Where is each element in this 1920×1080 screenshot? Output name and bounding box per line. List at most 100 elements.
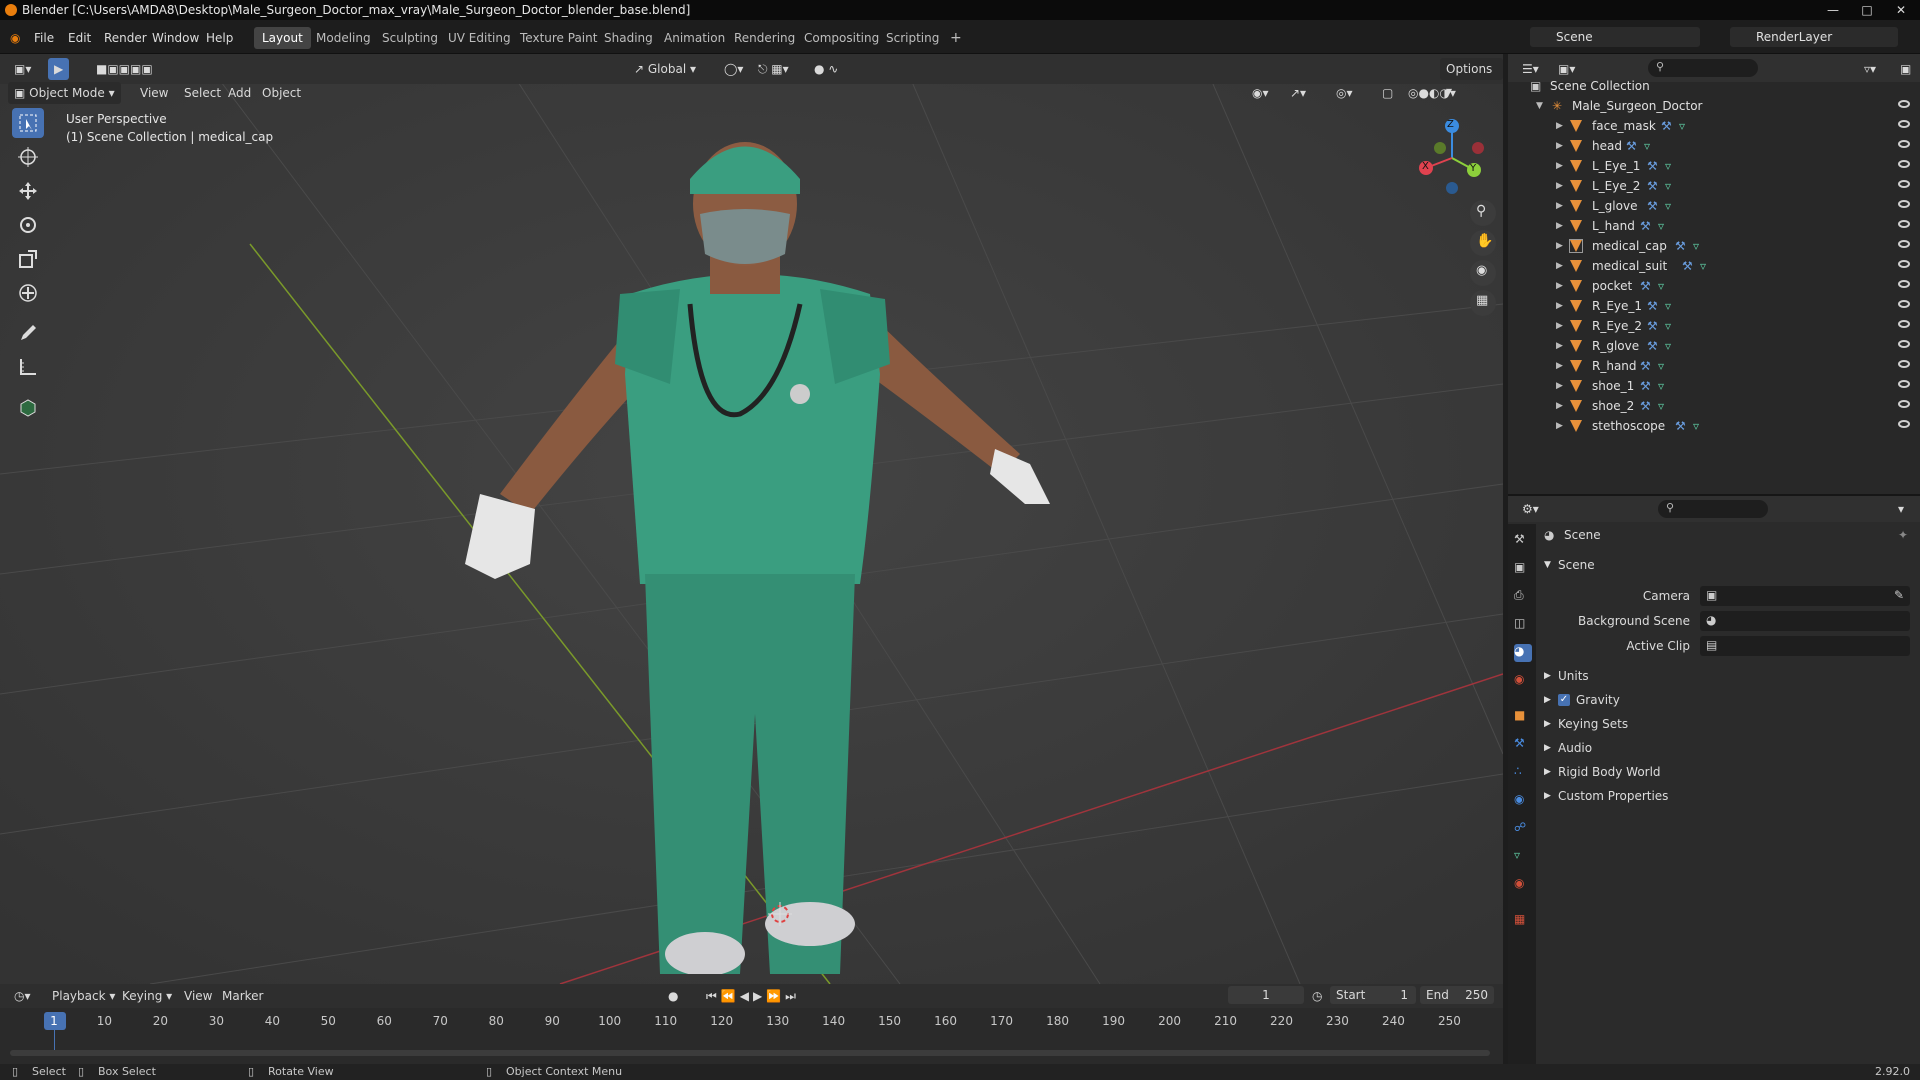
surgeon-model[interactable] — [440, 94, 1060, 974]
properties-options-icon[interactable]: ▾ — [1892, 498, 1910, 520]
scene-panel-header[interactable]: ▼ Scene — [1538, 554, 1918, 576]
tab-shading[interactable]: Shading — [596, 27, 661, 49]
outliner-item[interactable]: ▶ L_hand ⚒ ▿ — [1508, 216, 1920, 236]
expand-icon[interactable]: ▶ — [1556, 296, 1563, 316]
expand-icon[interactable]: ▶ — [1556, 356, 1563, 376]
expand-icon[interactable]: ▶ — [1556, 156, 1563, 176]
eye-icon[interactable] — [1898, 400, 1910, 408]
select-tool-icon[interactable]: ▶ — [48, 58, 70, 80]
mesh-data-tab-icon[interactable]: ▿ — [1514, 848, 1532, 866]
output-tab-icon[interactable]: ⎙ — [1514, 588, 1532, 606]
snap-icon[interactable]: ⎋ ▦▾ — [752, 58, 795, 80]
tab-compositing[interactable]: Compositing — [796, 27, 887, 49]
blender-menu-icon[interactable]: ◉ — [10, 28, 20, 48]
tool-annotate[interactable] — [12, 318, 44, 348]
tab-sculpting[interactable]: Sculpting — [374, 27, 446, 49]
eye-icon[interactable] — [1898, 260, 1910, 268]
add-workspace-icon[interactable]: + — [942, 27, 970, 49]
xray-toggle-icon[interactable]: ▢ — [1376, 82, 1399, 104]
expand-icon[interactable]: ▶ — [1556, 336, 1563, 356]
viewport-menu-object[interactable]: Object — [256, 82, 307, 104]
eye-icon[interactable] — [1898, 120, 1910, 128]
outliner-item[interactable]: ▶ shoe_2 ⚒ ▿ — [1508, 396, 1920, 416]
subpanel-header[interactable]: ▶ Keying Sets — [1538, 713, 1918, 735]
eye-icon[interactable] — [1898, 140, 1910, 148]
render-tab-icon[interactable]: ▣ — [1514, 560, 1532, 578]
expand-icon[interactable]: ▶ — [1556, 236, 1563, 256]
timeline-menu-view[interactable]: View — [178, 985, 218, 1007]
outliner-item[interactable]: ▶ R_Eye_2 ⚒ ▿ — [1508, 316, 1920, 336]
end-frame-field[interactable]: End 250 — [1420, 986, 1494, 1004]
tool-measure[interactable] — [12, 352, 44, 382]
expand-icon[interactable]: ▶ — [1556, 256, 1563, 276]
tool-rotate[interactable] — [12, 210, 44, 240]
editor-type-icon[interactable]: ▣▾ — [8, 58, 37, 80]
tab-modeling[interactable]: Modeling — [308, 27, 379, 49]
menu-file[interactable]: File — [34, 28, 54, 48]
outliner-item[interactable]: ▶ pocket ⚒ ▿ — [1508, 276, 1920, 296]
outliner-item[interactable]: ▶ R_hand ⚒ ▿ — [1508, 356, 1920, 376]
options-dropdown[interactable]: Options ▾ — [1440, 58, 1503, 98]
subpanel-header[interactable]: ▶ Audio — [1538, 737, 1918, 759]
3d-cursor-icon[interactable] — [768, 902, 792, 926]
tab-texture-paint[interactable]: Texture Paint — [512, 27, 605, 49]
outliner-search-input[interactable]: ⚲ — [1648, 59, 1758, 77]
active-clip-field[interactable]: ▤ — [1700, 636, 1910, 656]
visibility-icon[interactable]: ◉▾ — [1246, 82, 1275, 104]
eye-icon[interactable] — [1898, 380, 1910, 388]
object-tab-icon[interactable]: ■ — [1514, 708, 1532, 726]
constraints-tab-icon[interactable]: ☍ — [1514, 820, 1532, 838]
timeline-menu-playback[interactable]: Playback ▾ — [46, 985, 121, 1007]
eyedropper-icon[interactable]: ✎ — [1894, 588, 1904, 602]
eye-icon[interactable] — [1898, 240, 1910, 248]
renderlayer-selector[interactable]: RenderLayer — [1730, 27, 1898, 47]
expand-icon[interactable]: ▶ — [1556, 196, 1563, 216]
current-frame-field[interactable]: 1 — [1228, 986, 1304, 1004]
timeline-menu-keying[interactable]: Keying ▾ — [116, 985, 178, 1007]
start-frame-field[interactable]: Start 1 — [1330, 986, 1416, 1004]
outliner-item[interactable]: ▶ L_glove ⚒ ▿ — [1508, 196, 1920, 216]
properties-search-input[interactable]: ⚲ — [1658, 500, 1768, 518]
tab-uv-editing[interactable]: UV Editing — [440, 27, 519, 49]
select-mode-icons[interactable]: ■▣▣▣▣ — [90, 58, 159, 80]
camera-field[interactable]: ▣ ✎ — [1700, 586, 1910, 606]
eye-icon[interactable] — [1898, 340, 1910, 348]
view-layer-tab-icon[interactable]: ◫ — [1514, 616, 1532, 634]
outliner-item[interactable]: ▶ R_Eye_1 ⚒ ▿ — [1508, 296, 1920, 316]
tool-tab-icon[interactable]: ⚒ — [1514, 532, 1532, 550]
outliner-item[interactable]: ▶ medical_suit ⚒ ▿ — [1508, 256, 1920, 276]
tool-move[interactable] — [12, 176, 44, 206]
expand-icon[interactable]: ▶ — [1556, 176, 1563, 196]
menu-render[interactable]: Render — [104, 28, 147, 48]
background-scene-field[interactable]: ◕ — [1700, 611, 1910, 631]
expand-icon[interactable]: ▶ — [1556, 396, 1563, 416]
outliner-scene-collection[interactable]: ▣ Scene Collection — [1508, 76, 1920, 96]
scene-tab-icon[interactable]: ◕ — [1514, 644, 1532, 662]
outliner-item[interactable]: ▶ stethoscope ⚒ ▿ — [1508, 416, 1920, 436]
subpanel-header[interactable]: ▶ Rigid Body World — [1538, 761, 1918, 783]
modifier-tab-icon[interactable]: ⚒ — [1514, 736, 1532, 754]
eye-icon[interactable] — [1898, 420, 1910, 428]
timeline-editor-icon[interactable]: ◷▾ — [8, 985, 37, 1007]
tool-cursor[interactable] — [12, 142, 44, 172]
pan-view-button[interactable]: ✋ — [1470, 230, 1496, 256]
tab-animation[interactable]: Animation — [656, 27, 733, 49]
eye-icon[interactable] — [1898, 280, 1910, 288]
eye-icon[interactable] — [1898, 320, 1910, 328]
expand-icon[interactable]: ▶ — [1556, 136, 1563, 156]
menu-window[interactable]: Window — [152, 28, 199, 48]
pivot-icon[interactable]: ◯▾ — [718, 58, 749, 80]
zoom-view-button[interactable]: ⚲ — [1470, 200, 1496, 226]
particles-tab-icon[interactable]: ∴ — [1514, 764, 1532, 782]
expand-icon[interactable]: ▶ — [1556, 116, 1563, 136]
camera-view-button[interactable]: ◉ — [1470, 260, 1496, 286]
tool-add-cube[interactable] — [12, 392, 44, 422]
tool-select-box[interactable] — [12, 108, 44, 138]
world-tab-icon[interactable]: ◉ — [1514, 672, 1532, 690]
outliner-item[interactable]: ▶ L_Eye_1 ⚒ ▿ — [1508, 156, 1920, 176]
outliner-item[interactable]: ▶ shoe_1 ⚒ ▿ — [1508, 376, 1920, 396]
material-tab-icon[interactable]: ◉ — [1514, 876, 1532, 894]
expand-icon[interactable]: ▶ — [1556, 276, 1563, 296]
eye-icon[interactable] — [1898, 220, 1910, 228]
tab-scripting[interactable]: Scripting — [878, 27, 947, 49]
